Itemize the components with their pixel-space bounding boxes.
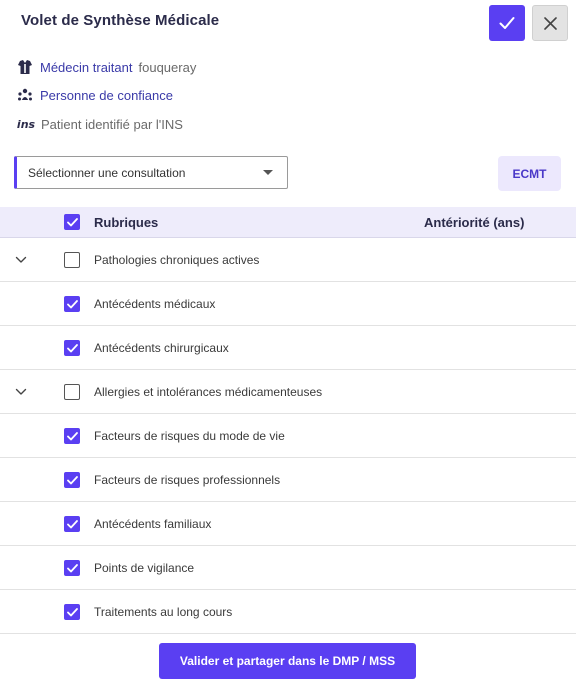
ins-badge: ins (16, 117, 36, 131)
check-icon (66, 217, 78, 226)
column-header-rubriques: Rubriques (94, 215, 159, 230)
caret-down-icon (263, 170, 273, 175)
medecin-traitant-row: Médecin traitant fouqueray (16, 58, 196, 76)
row-checkbox[interactable] (64, 384, 80, 400)
check-icon (66, 563, 78, 572)
check-icon (66, 431, 78, 440)
consultation-select[interactable]: Sélectionner une consultation (14, 156, 288, 189)
table-row: Pathologies chroniques actives (0, 238, 576, 282)
table-row: Points de vigilance (0, 546, 576, 590)
modal-title: Volet de Synthèse Médicale (21, 12, 220, 29)
ins-row: ins Patient identifié par l'INS (16, 115, 183, 133)
row-checkbox[interactable] (64, 516, 80, 532)
personne-confiance-label: Personne de confiance (40, 87, 173, 103)
close-icon (543, 16, 557, 30)
doctor-coat-icon (16, 58, 34, 76)
table-row: Antécédents médicaux (0, 282, 576, 326)
table-row: Facteurs de risques du mode de vie (0, 414, 576, 458)
medecin-traitant-label: Médecin traitant (40, 59, 133, 75)
personne-confiance-row[interactable]: Personne de confiance (16, 86, 173, 104)
row-checkbox[interactable] (64, 340, 80, 356)
row-label: Pathologies chroniques actives (94, 253, 260, 267)
row-label: Facteurs de risques du mode de vie (94, 429, 285, 443)
table-row: Allergies et intolérances médicamenteuse… (0, 370, 576, 414)
table-row: Antécédents chirurgicaux (0, 326, 576, 370)
ins-label: Patient identifié par l'INS (41, 116, 183, 132)
table-header: Rubriques Antériorité (ans) (0, 207, 576, 238)
row-label: Points de vigilance (94, 561, 195, 575)
check-icon (66, 299, 78, 308)
people-group-icon (16, 86, 34, 104)
check-icon (66, 343, 78, 352)
row-checkbox[interactable] (64, 296, 80, 312)
modal-header: Volet de Synthèse Médicale (0, 0, 576, 44)
confirm-button[interactable] (489, 5, 525, 41)
table-row: Antécédents familiaux (0, 502, 576, 546)
chevron-down-icon[interactable] (15, 386, 27, 398)
check-icon (66, 519, 78, 528)
row-label: Antécédents médicaux (94, 297, 216, 311)
table-row: Traitements au long cours (0, 590, 576, 634)
consultation-select-value: Sélectionner une consultation (28, 165, 186, 180)
ins-icon: ins (16, 115, 36, 133)
row-label: Traitements au long cours (94, 605, 233, 619)
row-checkbox[interactable] (64, 560, 80, 576)
row-checkbox[interactable] (64, 472, 80, 488)
check-icon (499, 17, 515, 29)
row-label: Allergies et intolérances médicamenteuse… (94, 385, 323, 399)
row-label: Antécédents chirurgicaux (94, 341, 229, 355)
column-header-anteriorite: Antériorité (ans) (424, 215, 525, 230)
validate-share-button[interactable]: Valider et partager dans le DMP / MSS (159, 643, 416, 679)
check-icon (66, 607, 78, 616)
table-row: Facteurs de risques professionnels (0, 458, 576, 502)
chevron-down-icon[interactable] (15, 254, 27, 266)
row-label: Facteurs de risques professionnels (94, 473, 281, 487)
medecin-traitant-value: fouqueray (138, 59, 197, 75)
close-button[interactable] (532, 5, 568, 41)
check-icon (66, 475, 78, 484)
row-checkbox[interactable] (64, 252, 80, 268)
select-all-checkbox[interactable] (64, 214, 80, 230)
row-checkbox[interactable] (64, 428, 80, 444)
row-checkbox[interactable] (64, 604, 80, 620)
ecmt-button[interactable]: ECMT (498, 156, 561, 191)
row-label: Antécédents familiaux (94, 517, 212, 531)
